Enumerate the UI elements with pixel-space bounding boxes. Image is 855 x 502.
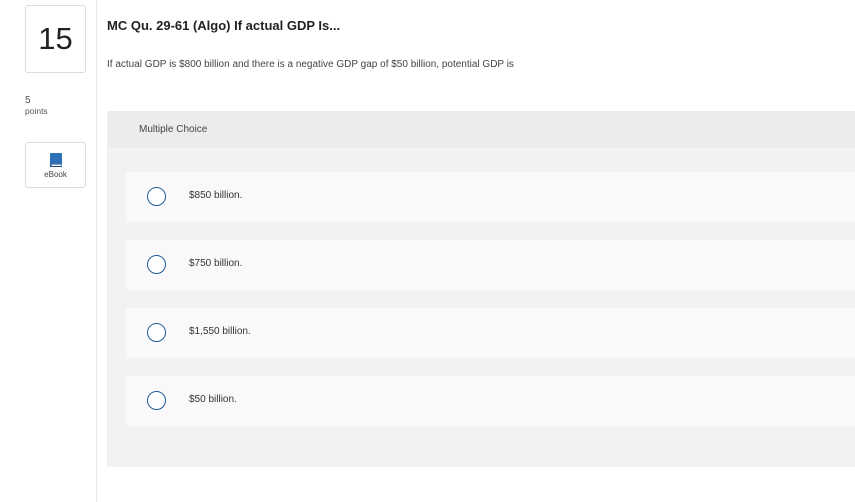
book-icon xyxy=(49,153,62,167)
answer-option-label: $750 billion. xyxy=(189,258,243,269)
radio-button[interactable] xyxy=(147,255,166,274)
question-page: 15 5 points eBook MC Qu. 29-61 (Algo) If… xyxy=(0,0,855,502)
multiple-choice-label: Multiple Choice xyxy=(139,124,208,135)
answer-option-label: $850 billion. xyxy=(189,190,243,201)
multiple-choice-header: Multiple Choice xyxy=(107,111,855,148)
answer-option[interactable]: $750 billion. xyxy=(126,240,855,290)
question-rail: 15 5 points eBook xyxy=(0,0,97,502)
answer-option[interactable]: $1,550 billion. xyxy=(126,308,855,358)
question-number: 15 xyxy=(25,5,86,73)
radio-button[interactable] xyxy=(147,187,166,206)
ebook-button[interactable]: eBook xyxy=(25,142,86,188)
answer-option[interactable]: $850 billion. xyxy=(126,172,855,222)
points-value: 5 xyxy=(25,95,31,106)
points-label: points xyxy=(25,106,48,116)
question-title: MC Qu. 29-61 (Algo) If actual GDP Is... xyxy=(107,18,341,33)
ebook-label: eBook xyxy=(44,170,67,179)
question-text: If actual GDP is $800 billion and there … xyxy=(107,59,514,70)
answer-option[interactable]: $50 billion. xyxy=(126,376,855,426)
multiple-choice-panel: Multiple Choice $850 billion. $750 billi… xyxy=(107,111,855,467)
radio-button[interactable] xyxy=(147,323,166,342)
points-info: 5 points xyxy=(25,95,48,117)
answer-option-label: $1,550 billion. xyxy=(189,326,251,337)
radio-button[interactable] xyxy=(147,391,166,410)
answer-option-label: $50 billion. xyxy=(189,394,237,405)
